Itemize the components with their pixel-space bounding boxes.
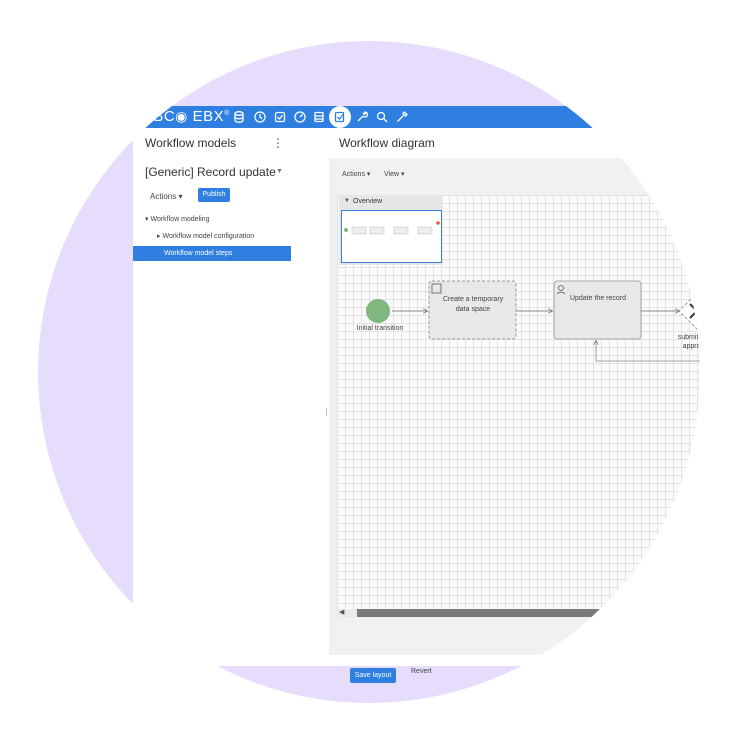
horizontal-scrollbar[interactable]: ◀ xyxy=(337,609,700,617)
branch-up-arrow xyxy=(696,252,700,293)
gateway-label: submitted for approval? xyxy=(677,334,700,350)
save-layout-button[interactable]: Save layout xyxy=(350,668,396,683)
workflow-diagram-title: Workflow diagram xyxy=(339,136,435,150)
revert-button[interactable]: Revert xyxy=(411,668,432,675)
diagram-canvas[interactable]: Initial transition Create a temporary da… xyxy=(337,195,700,609)
diagram-panel: Actions ▾ View ▾ Initial transition Crea… xyxy=(329,158,700,683)
dashboard-icon[interactable] xyxy=(293,110,307,124)
workflow-models-title: Workflow models xyxy=(145,136,237,150)
overview-viewport[interactable] xyxy=(341,210,442,263)
scroll-left-icon[interactable]: ◀ xyxy=(339,608,344,616)
stack-icon[interactable] xyxy=(312,110,326,124)
more-options-icon[interactable]: ⋮ xyxy=(272,136,284,150)
left-panel: Workflow models ⋮ [Generic] Record updat… xyxy=(133,128,291,648)
diagram-view-menu[interactable]: View ▾ xyxy=(384,170,405,178)
actions-menu[interactable]: Actions ▾ xyxy=(150,192,182,201)
chevron-down-icon[interactable]: ▼ xyxy=(276,168,283,175)
background-circle: TIBC◉ EBX® Workflow models ⋮ [Generic] R… xyxy=(38,41,700,703)
search-icon[interactable] xyxy=(375,110,389,124)
tool-icon[interactable] xyxy=(395,110,409,124)
app-window: TIBC◉ EBX® Workflow models ⋮ [Generic] R… xyxy=(133,106,700,683)
task-update-record[interactable] xyxy=(553,280,642,340)
wrench-icon[interactable] xyxy=(355,110,369,124)
task2-label: Update the record xyxy=(569,295,627,302)
publish-button[interactable]: Publish xyxy=(198,188,230,202)
overview-minimap xyxy=(344,221,440,235)
tree-item-model-configuration[interactable]: ▸ Workflow model configuration xyxy=(157,232,254,240)
task1-label: Create a temporary data space xyxy=(442,296,504,313)
database-icon[interactable] xyxy=(232,110,246,124)
diagram-actions-menu[interactable]: Actions ▾ xyxy=(342,170,370,178)
clock-icon[interactable] xyxy=(253,110,267,124)
scrollbar-thumb[interactable] xyxy=(357,609,637,617)
tree-item-model-steps[interactable]: Workflow model steps xyxy=(133,246,291,261)
workflow-icon[interactable] xyxy=(333,110,347,124)
overview-title: Overview xyxy=(353,198,383,205)
start-node[interactable] xyxy=(366,299,390,323)
record-title: [Generic] Record update xyxy=(145,165,276,179)
top-navbar: TIBC◉ EBX® xyxy=(133,106,700,128)
panel-resize-handle[interactable] xyxy=(326,408,327,416)
tree-item-workflow-modeling[interactable]: ▾ Workflow modeling xyxy=(145,215,209,223)
checklist-icon[interactable] xyxy=(273,110,287,124)
start-node-label: Initial transition xyxy=(356,325,404,332)
overview-panel: ▼ Overview xyxy=(339,195,443,265)
chevron-down-icon[interactable]: ▼ xyxy=(344,198,350,204)
tibco-ebx-logo[interactable]: TIBC◉ EBX® xyxy=(139,108,230,125)
